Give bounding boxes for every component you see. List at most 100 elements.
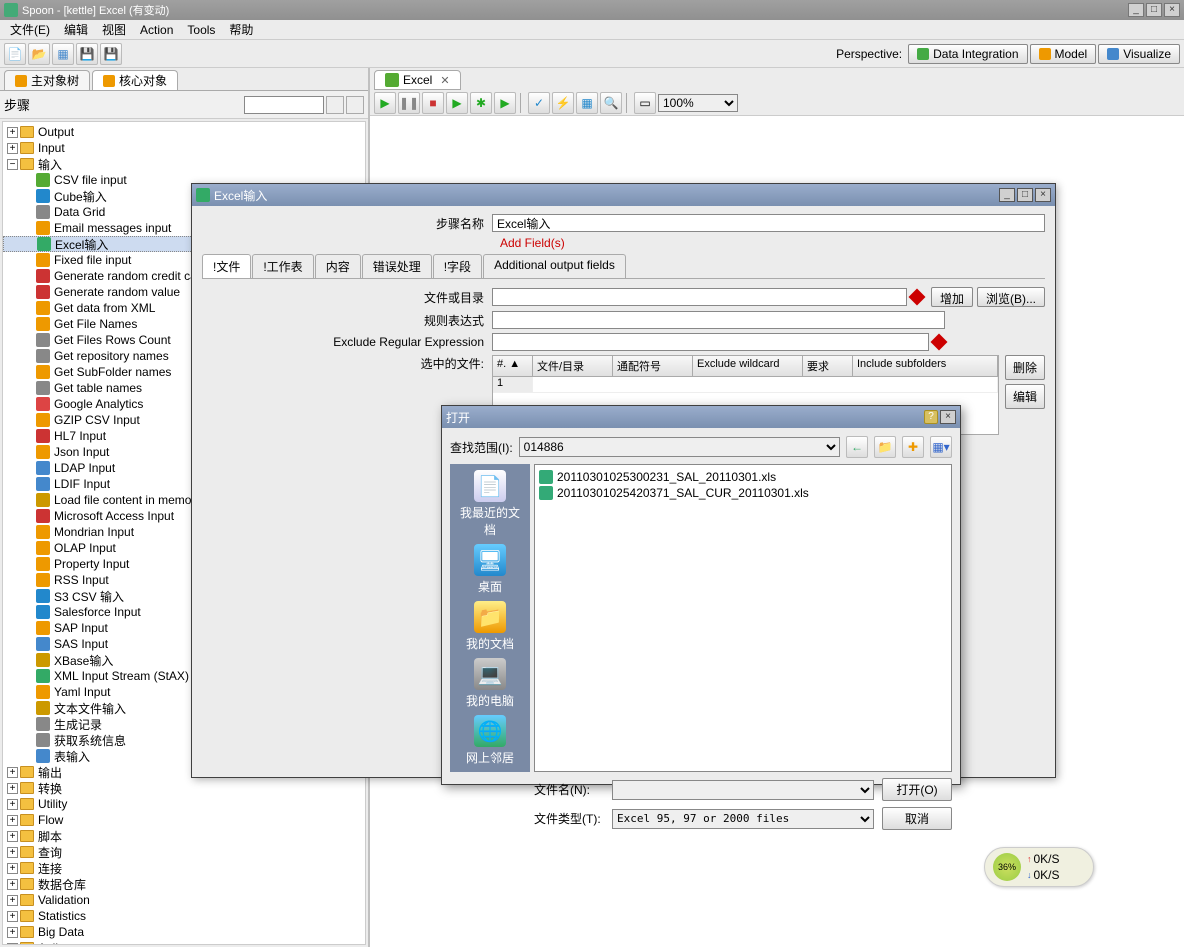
regex-input[interactable] bbox=[492, 311, 945, 329]
tree-folder[interactable]: +Output bbox=[3, 124, 365, 140]
tree-folder[interactable]: +查询 bbox=[3, 844, 365, 860]
perspective-model[interactable]: Model bbox=[1030, 44, 1097, 64]
run-button[interactable]: ▶ bbox=[374, 92, 396, 114]
tree-folder[interactable]: +Validation bbox=[3, 892, 365, 908]
tab-additional[interactable]: Additional output fields bbox=[483, 254, 626, 278]
expand-icon[interactable]: + bbox=[7, 127, 18, 138]
explore-button[interactable]: ▦ bbox=[52, 43, 74, 65]
tab-core-objects[interactable]: 核心对象 bbox=[92, 70, 178, 90]
delete-button[interactable]: 删除 bbox=[1005, 355, 1045, 380]
col-index[interactable]: #. ▲ bbox=[493, 356, 533, 376]
steps-search-input[interactable] bbox=[244, 96, 324, 114]
file-item[interactable]: 20110301025420371_SAL_CUR_20110301.xls bbox=[539, 485, 947, 501]
expand-icon[interactable]: + bbox=[7, 847, 18, 858]
place-recent[interactable]: 📄我最近的文档 bbox=[455, 468, 525, 540]
collapse-icon[interactable]: − bbox=[7, 159, 18, 170]
tree-folder[interactable]: +Statistics bbox=[3, 908, 365, 924]
tree-folder[interactable]: +Big Data bbox=[3, 924, 365, 940]
menu-view[interactable]: 视图 bbox=[96, 19, 132, 40]
file-item[interactable]: 20110301025300231_SAL_20110301.xls bbox=[539, 469, 947, 485]
explore-db-button[interactable]: 🔍 bbox=[600, 92, 622, 114]
zoom-select[interactable]: 100% bbox=[658, 94, 738, 112]
help-icon[interactable]: ? bbox=[924, 410, 938, 424]
file-or-dir-input[interactable] bbox=[492, 288, 907, 306]
expand-icon[interactable]: + bbox=[7, 815, 18, 826]
cancel-button[interactable]: 取消 bbox=[882, 807, 952, 830]
saveas-button[interactable]: 💾 bbox=[100, 43, 122, 65]
place-network[interactable]: 🌐网上邻居 bbox=[455, 713, 525, 768]
tree-folder[interactable]: +Agile bbox=[3, 940, 365, 945]
place-documents[interactable]: 📁我的文档 bbox=[455, 599, 525, 654]
expand-icon[interactable]: + bbox=[7, 879, 18, 890]
place-computer[interactable]: 💻我的电脑 bbox=[455, 656, 525, 711]
new-folder-button[interactable]: ✚ bbox=[902, 436, 924, 458]
tab-main-tree[interactable]: 主对象树 bbox=[4, 70, 90, 90]
collapse-all-button[interactable] bbox=[346, 96, 364, 114]
stop-button[interactable]: ■ bbox=[422, 92, 444, 114]
tab-file[interactable]: !文件 bbox=[202, 254, 251, 278]
add-button[interactable]: 增加 bbox=[931, 287, 973, 307]
expand-icon[interactable]: + bbox=[7, 831, 18, 842]
replay-button[interactable]: ▶ bbox=[494, 92, 516, 114]
up-button[interactable]: 📁 bbox=[874, 436, 896, 458]
save-button[interactable]: 💾 bbox=[76, 43, 98, 65]
lookin-select[interactable]: 014886 bbox=[519, 437, 840, 457]
editor-tab-excel[interactable]: Excel ✕ bbox=[374, 70, 461, 90]
restore-button[interactable]: □ bbox=[1146, 3, 1162, 17]
menu-action[interactable]: Action bbox=[134, 21, 179, 39]
menu-help[interactable]: 帮助 bbox=[223, 19, 259, 40]
menu-edit[interactable]: 编辑 bbox=[58, 19, 94, 40]
expand-icon[interactable]: + bbox=[7, 783, 18, 794]
pause-button[interactable]: ❚❚ bbox=[398, 92, 420, 114]
open-button[interactable]: 📂 bbox=[28, 43, 50, 65]
expand-icon[interactable]: + bbox=[7, 863, 18, 874]
dialog-minimize-button[interactable]: _ bbox=[999, 188, 1015, 202]
expand-icon[interactable]: + bbox=[7, 943, 18, 946]
tab-fields[interactable]: !字段 bbox=[433, 254, 482, 278]
back-button[interactable]: ← bbox=[846, 436, 868, 458]
col-filedir[interactable]: 文件/目录 bbox=[533, 356, 613, 376]
tab-close-icon[interactable]: ✕ bbox=[440, 74, 449, 87]
expand-all-button[interactable] bbox=[326, 96, 344, 114]
debug-button[interactable]: ✱ bbox=[470, 92, 492, 114]
tree-folder[interactable]: +Input bbox=[3, 140, 365, 156]
minimize-button[interactable]: _ bbox=[1128, 3, 1144, 17]
add-fields-link[interactable]: Add Field(s) bbox=[500, 236, 1045, 250]
expand-icon[interactable]: + bbox=[7, 911, 18, 922]
tree-folder[interactable]: +转换 bbox=[3, 780, 365, 796]
edit-button[interactable]: 编辑 bbox=[1005, 384, 1045, 409]
tree-folder[interactable]: +脚本 bbox=[3, 828, 365, 844]
open-dialog-titlebar[interactable]: 打开 ? × bbox=[442, 406, 960, 428]
open-button[interactable]: 打开(O) bbox=[882, 778, 952, 801]
expand-icon[interactable]: + bbox=[7, 927, 18, 938]
preview-button[interactable]: ▶ bbox=[446, 92, 468, 114]
menu-tools[interactable]: Tools bbox=[181, 21, 221, 39]
open-dialog-close-button[interactable]: × bbox=[940, 410, 956, 424]
col-exclude[interactable]: Exclude wildcard bbox=[693, 356, 803, 376]
browse-button[interactable]: 浏览(B)... bbox=[977, 287, 1045, 307]
tree-folder[interactable]: −输入 bbox=[3, 156, 365, 172]
col-subfolders[interactable]: Include subfolders bbox=[853, 356, 998, 376]
exclude-regex-input[interactable] bbox=[492, 333, 929, 351]
verify-button[interactable]: ✓ bbox=[528, 92, 550, 114]
filename-input[interactable] bbox=[612, 780, 874, 800]
menu-file[interactable]: 文件(E) bbox=[4, 19, 56, 40]
dialog-maximize-button[interactable]: □ bbox=[1017, 188, 1033, 202]
tree-folder[interactable]: +Utility bbox=[3, 796, 365, 812]
dialog-titlebar[interactable]: Excel输入 _ □ × bbox=[192, 184, 1055, 206]
perspective-visualize[interactable]: Visualize bbox=[1098, 44, 1180, 64]
grid-row[interactable]: 1 bbox=[493, 377, 998, 393]
file-list[interactable]: 20110301025300231_SAL_20110301.xls 20110… bbox=[534, 464, 952, 772]
tree-folder[interactable]: +Flow bbox=[3, 812, 365, 828]
new-button[interactable]: 📄 bbox=[4, 43, 26, 65]
tree-folder[interactable]: +连接 bbox=[3, 860, 365, 876]
place-desktop[interactable]: 🖥桌面 bbox=[455, 542, 525, 597]
filetype-select[interactable]: Excel 95, 97 or 2000 files bbox=[612, 809, 874, 829]
tab-error[interactable]: 错误处理 bbox=[362, 254, 432, 278]
expand-icon[interactable]: + bbox=[7, 143, 18, 154]
dialog-close-button[interactable]: × bbox=[1035, 188, 1051, 202]
col-required[interactable]: 要求 bbox=[803, 356, 853, 376]
tab-content[interactable]: 内容 bbox=[315, 254, 361, 278]
tree-folder[interactable]: +数据仓库 bbox=[3, 876, 365, 892]
expand-icon[interactable]: + bbox=[7, 767, 18, 778]
